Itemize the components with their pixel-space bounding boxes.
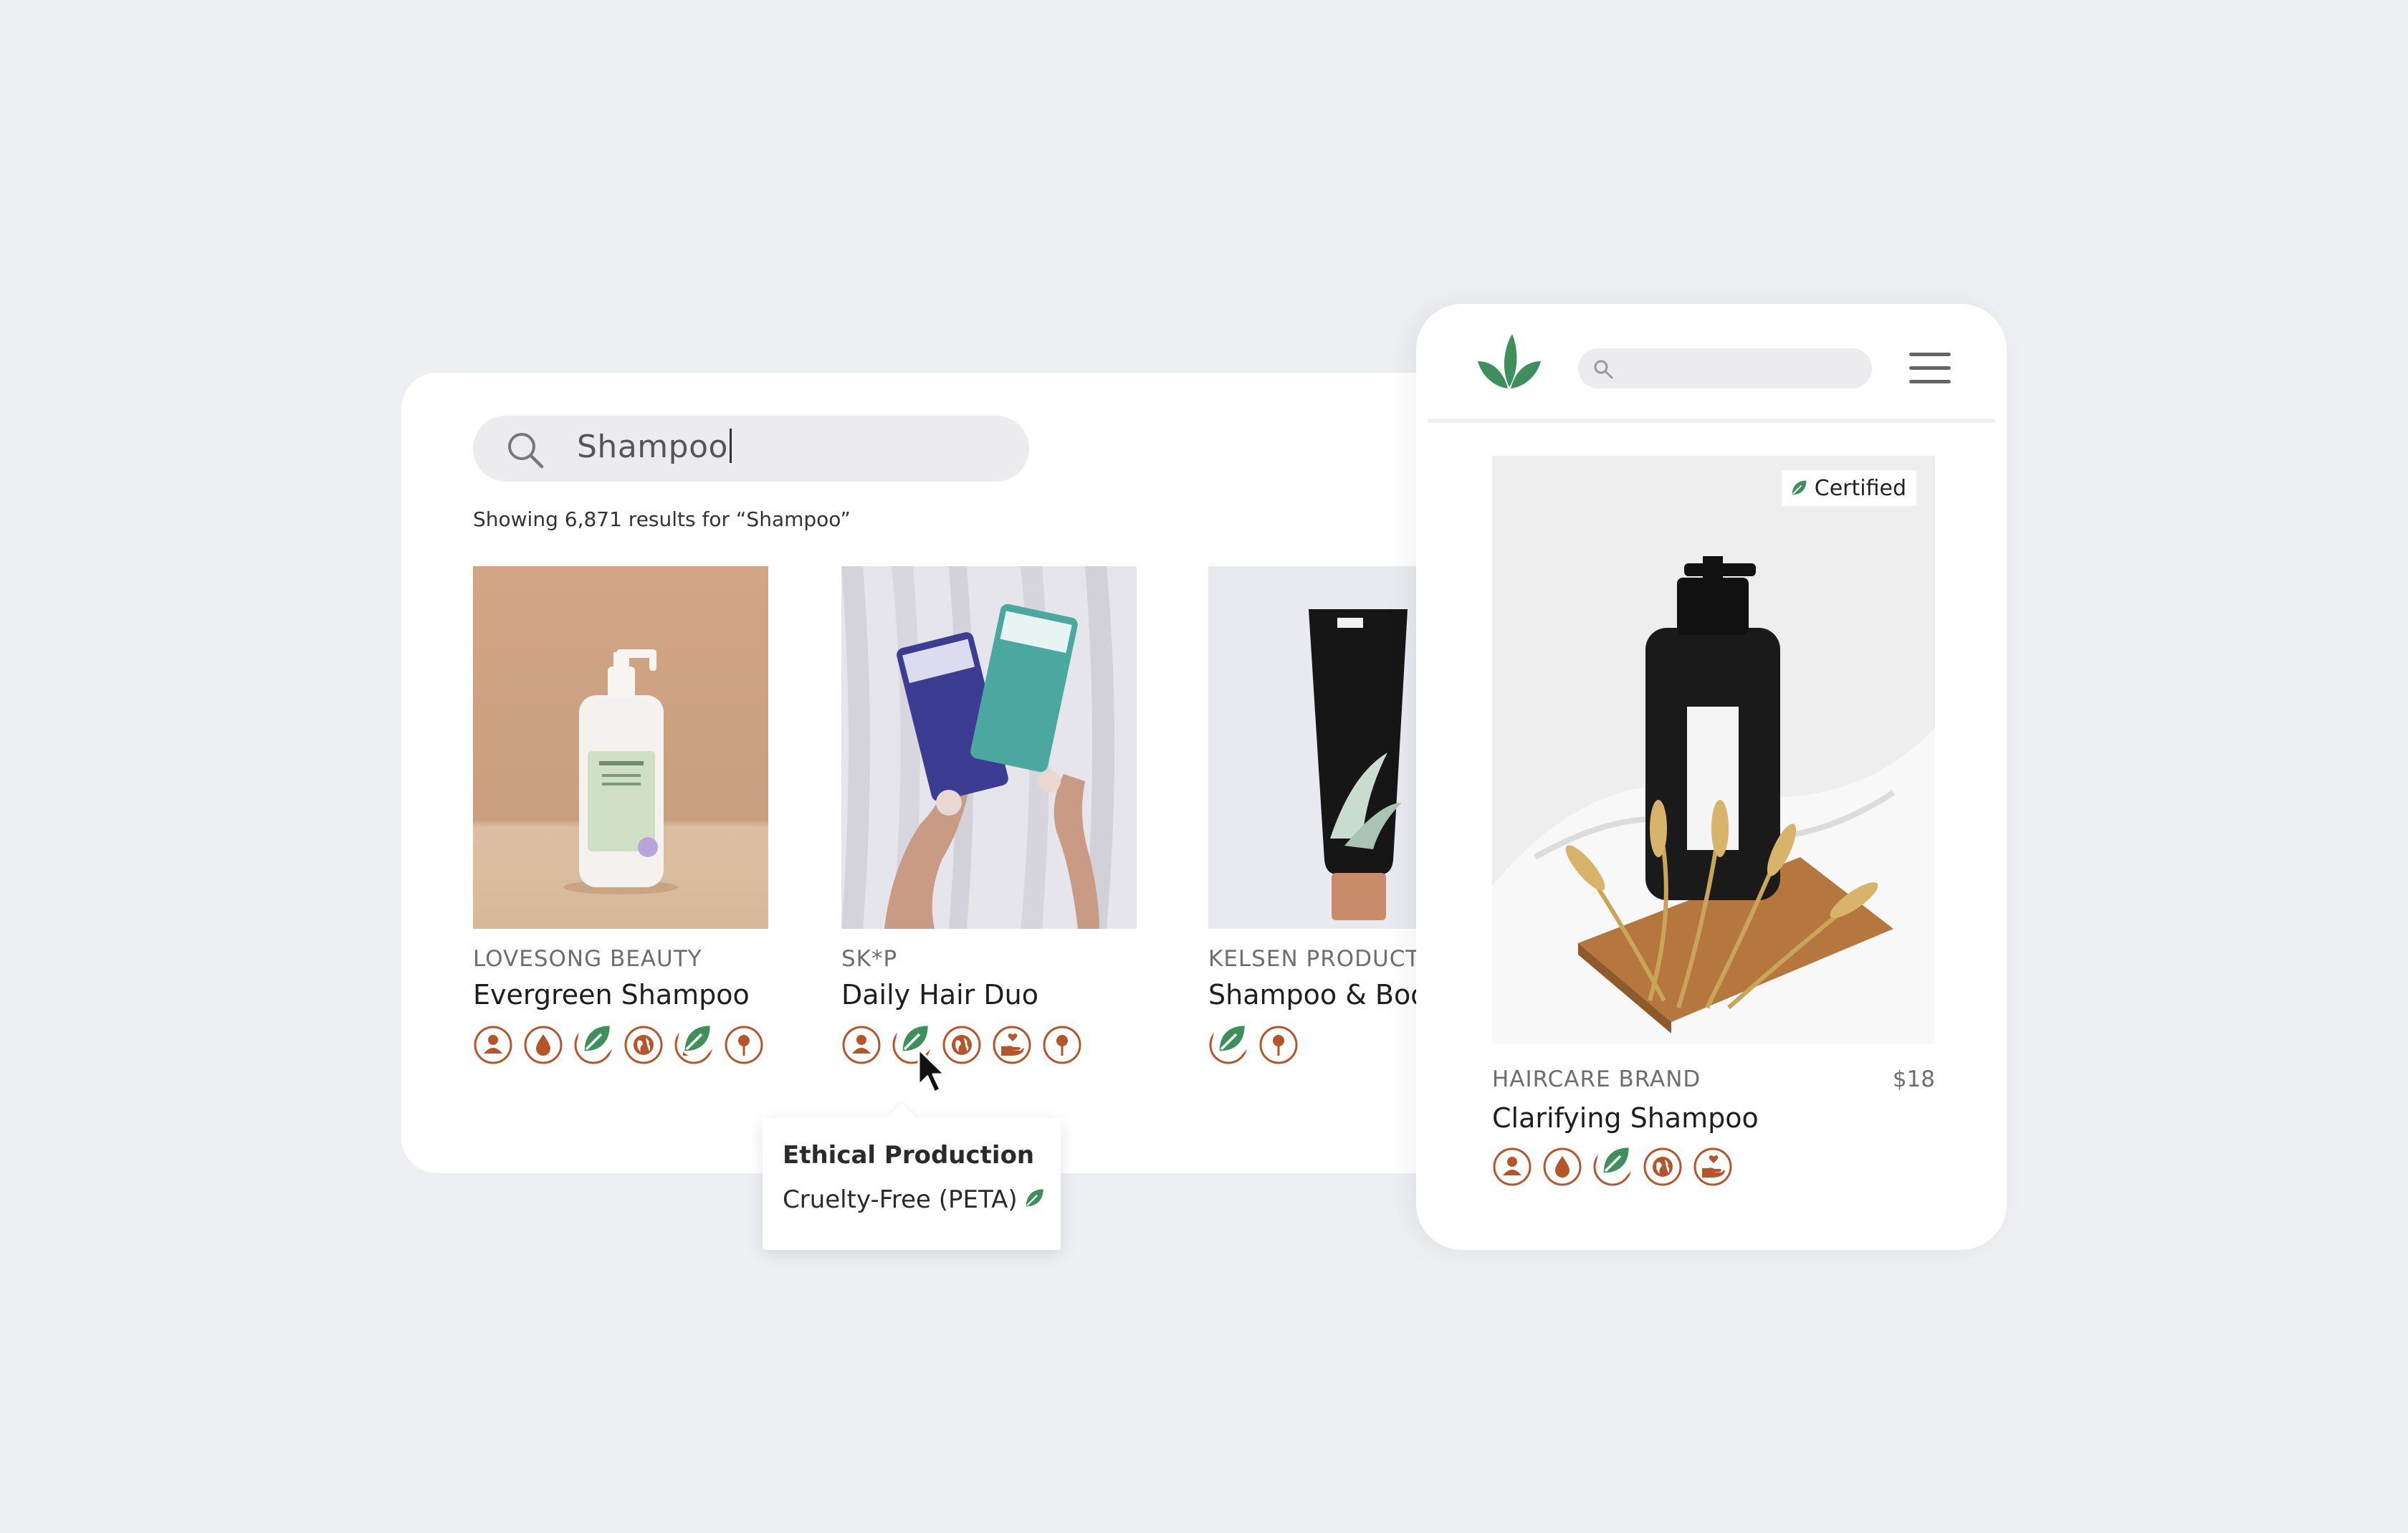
drop-icon[interactable] — [523, 1025, 563, 1065]
hand-heart-icon[interactable] — [992, 1025, 1032, 1065]
product-card[interactable]: SK*P Daily Hair Duo — [841, 566, 1137, 1065]
search-results-panel: Shampoo Showing 6,871 results for “Shamp… — [401, 373, 1577, 1173]
certified-leaf-icon — [578, 1021, 615, 1058]
search-query-text: Shampoo — [577, 429, 732, 465]
scale-icon[interactable] — [1208, 1021, 1250, 1065]
globe-icon[interactable] — [624, 1025, 664, 1065]
scale-icon[interactable] — [573, 1021, 615, 1065]
certified-leaf-icon — [1792, 480, 1807, 495]
search-icon — [1594, 360, 1613, 379]
product-brand: SK*P — [841, 946, 898, 972]
product-name[interactable]: Evergreen Shampoo — [473, 979, 768, 1011]
drop-icon[interactable] — [1542, 1147, 1582, 1187]
search-icon — [508, 433, 544, 469]
value-badges — [841, 1021, 1137, 1065]
product-brand: HAIRCARE BRAND — [1492, 1066, 1701, 1092]
mobile-search-input[interactable] — [1578, 348, 1872, 388]
product-name[interactable]: Daily Hair Duo — [841, 979, 1137, 1011]
mobile-product-view: Certified HAIRCARE BRAND $18 Clarifying … — [1416, 304, 2007, 1250]
pin-icon[interactable] — [1258, 1025, 1299, 1065]
person-icon[interactable] — [473, 1025, 513, 1065]
certified-leaf-icon — [1026, 1189, 1043, 1207]
product-name[interactable]: Clarifying Shampoo — [1492, 1102, 1759, 1134]
hand-heart-icon[interactable] — [1693, 1147, 1733, 1187]
person-icon[interactable] — [1492, 1147, 1532, 1187]
pin-icon[interactable] — [724, 1025, 764, 1065]
hamburger-menu-icon[interactable] — [1909, 353, 1951, 384]
search-input[interactable]: Shampoo — [473, 416, 1029, 482]
pin-icon[interactable] — [1042, 1025, 1082, 1065]
text-caret — [729, 429, 732, 463]
mouse-cursor-icon — [917, 1048, 946, 1094]
header-divider — [1428, 419, 1995, 423]
value-badges — [1492, 1142, 1733, 1187]
value-badges — [473, 1021, 768, 1065]
product-brand: LOVESONG BEAUTY — [473, 946, 702, 972]
hand-heart-icon[interactable] — [674, 1021, 715, 1065]
product-image[interactable] — [841, 566, 1137, 929]
certified-label: Certified — [1814, 475, 1906, 501]
leaf-logo-icon[interactable] — [1473, 330, 1545, 394]
scale-icon[interactable] — [1592, 1142, 1634, 1187]
certified-leaf-icon — [1597, 1142, 1634, 1180]
tooltip-title: Ethical Production — [783, 1141, 1035, 1170]
person-icon[interactable] — [841, 1025, 882, 1065]
certified-badge: Certified — [1781, 470, 1916, 506]
tooltip-value: Cruelty-Free (PETA) — [783, 1185, 1046, 1214]
certified-leaf-icon — [678, 1021, 715, 1058]
product-card[interactable]: LOVESONG BEAUTY Evergreen Shampoo — [473, 566, 768, 1065]
results-count: Showing 6,871 results for “Shampoo” — [473, 507, 851, 531]
globe-icon[interactable] — [1643, 1147, 1683, 1187]
product-price: $18 — [1892, 1066, 1935, 1092]
product-image[interactable] — [473, 566, 768, 929]
certified-leaf-icon — [1213, 1021, 1250, 1058]
badge-tooltip: Ethical Production Cruelty-Free (PETA) — [763, 1103, 1061, 1250]
product-image[interactable]: Certified — [1492, 456, 1935, 1044]
